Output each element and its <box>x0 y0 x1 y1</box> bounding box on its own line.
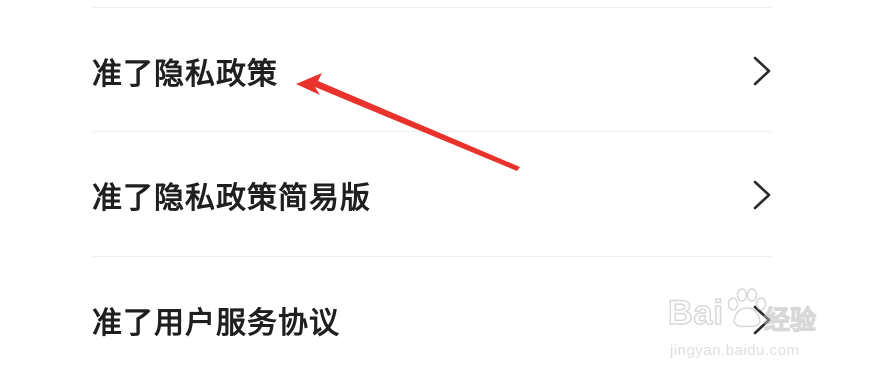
divider <box>92 256 772 257</box>
settings-list: 准了隐私政策 准了隐私政策简易版 准了用户服务协议 <box>0 0 873 381</box>
settings-item-label: 准了隐私政策简易版 <box>92 181 371 216</box>
settings-item-label: 准了隐私政策 <box>92 57 278 92</box>
settings-item-label: 准了用户服务协议 <box>92 306 340 341</box>
chevron-right-icon <box>753 305 771 335</box>
settings-item-privacy-policy[interactable]: 准了隐私政策 <box>92 10 782 132</box>
settings-item-user-agreement[interactable]: 准了用户服务协议 <box>92 259 782 381</box>
divider <box>92 131 772 132</box>
chevron-right-icon <box>753 180 771 210</box>
settings-item-privacy-policy-simple[interactable]: 准了隐私政策简易版 <box>92 134 782 256</box>
divider <box>92 7 772 8</box>
chevron-right-icon <box>753 56 771 86</box>
